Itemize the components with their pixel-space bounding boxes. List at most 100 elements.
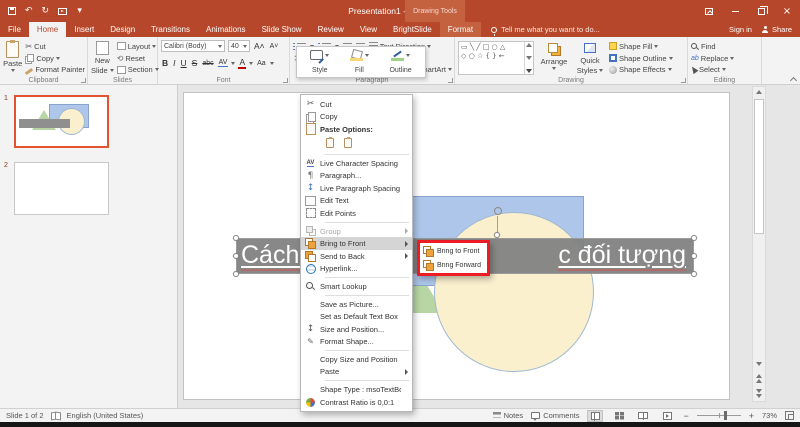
- ribbon-tab[interactable]: View: [352, 22, 385, 37]
- sign-in-link[interactable]: Sign in: [729, 25, 752, 34]
- collapse-ribbon-icon[interactable]: [790, 76, 796, 82]
- context-menu-item[interactable]: Shape Type : msoTextBox: [301, 383, 412, 396]
- context-menu-item[interactable]: Paste Options:: [301, 123, 412, 136]
- slide-sorter-button[interactable]: [611, 410, 627, 422]
- context-menu-item[interactable]: Send to Back: [301, 250, 412, 263]
- zoom-slider[interactable]: [697, 415, 741, 416]
- shape-glyphs-row2[interactable]: ◇ ○ ☆ { } ←: [461, 52, 505, 60]
- reset-button[interactable]: ⟲Reset: [117, 53, 159, 64]
- character-spacing-button[interactable]: AV: [218, 59, 229, 67]
- ribbon-tab[interactable]: Transitions: [143, 22, 198, 37]
- underline-button[interactable]: U: [180, 58, 188, 68]
- resize-handle-top-right[interactable]: [691, 235, 697, 241]
- previous-slide-icon[interactable]: [753, 373, 765, 383]
- decrease-font-size-button[interactable]: A˅: [269, 43, 280, 50]
- gallery-scroll-up-icon[interactable]: [526, 43, 532, 47]
- context-menu-item[interactable]: Smart Lookup: [301, 280, 412, 293]
- drawing-dialog-launcher[interactable]: [681, 78, 686, 83]
- context-menu-item[interactable]: Contrast Ratio is 0,0:1: [301, 396, 412, 409]
- submenu-item[interactable]: Bring to Front: [420, 244, 487, 258]
- copy-button[interactable]: Copy: [25, 53, 85, 64]
- slide-thumbnail[interactable]: 2: [14, 162, 177, 215]
- fit-slide-to-window-icon[interactable]: [785, 411, 794, 420]
- shapes-gallery[interactable]: ▭ ╲ ╱ □ ○ △ ◇ ○ ☆ { } ←: [458, 41, 534, 75]
- resize-handle-middle-right[interactable]: [691, 253, 697, 259]
- strikethrough-button[interactable]: S: [191, 58, 199, 68]
- find-button[interactable]: Find: [691, 41, 734, 52]
- context-menu-item[interactable]: Size and Position...: [301, 323, 412, 336]
- scroll-down-icon[interactable]: [753, 359, 765, 369]
- close-icon[interactable]: ×: [774, 0, 800, 22]
- context-menu-item[interactable]: Live Character Spacing: [301, 157, 412, 170]
- context-menu-item[interactable]: Paragraph...: [301, 169, 412, 182]
- context-menu-item[interactable]: Format Shape...: [301, 336, 412, 349]
- arrange-button[interactable]: Arrange: [537, 39, 571, 75]
- notes-button[interactable]: Notes: [493, 411, 524, 420]
- ribbon-tab[interactable]: Animations: [198, 22, 254, 37]
- style-button[interactable]: Style: [308, 49, 331, 75]
- resize-handle-top-left[interactable]: [233, 235, 239, 241]
- comments-button[interactable]: Comments: [531, 411, 579, 420]
- context-menu-item[interactable]: Set as Default Text Box: [301, 310, 412, 323]
- replace-button[interactable]: abReplace: [691, 53, 734, 64]
- customize-qat-icon[interactable]: ▾: [76, 6, 83, 16]
- section-button[interactable]: Section: [117, 64, 159, 75]
- bold-button[interactable]: B: [161, 58, 169, 68]
- ribbon-tab[interactable]: Format: [440, 22, 481, 37]
- resize-handle-middle-left[interactable]: [233, 253, 239, 259]
- redo-icon[interactable]: ↻: [42, 6, 50, 16]
- share-button[interactable]: Share: [762, 25, 792, 34]
- context-menu-item[interactable]: Paste: [301, 366, 412, 379]
- context-menu-item[interactable]: Copy Size and Position: [301, 353, 412, 366]
- gallery-scroll-down-icon[interactable]: [526, 56, 532, 60]
- slide-show-button[interactable]: [659, 410, 675, 422]
- ribbon-display-options-icon[interactable]: [696, 0, 722, 22]
- paragraph-dialog-launcher[interactable]: [448, 78, 453, 83]
- paste-picture-icon[interactable]: [341, 137, 355, 150]
- cut-button[interactable]: ✂Cut: [25, 41, 85, 52]
- font-family-combo[interactable]: Calibri (Body): [161, 40, 225, 52]
- next-slide-icon[interactable]: [753, 388, 765, 398]
- shape-fill-button[interactable]: Shape Fill: [609, 41, 673, 52]
- reading-view-button[interactable]: [635, 410, 651, 422]
- context-menu-item[interactable]: Edit Text: [301, 195, 412, 208]
- layout-button[interactable]: Layout: [117, 41, 159, 52]
- paste-keep-source-formatting-icon[interactable]: [323, 137, 337, 150]
- spell-check-icon[interactable]: [51, 412, 60, 419]
- language-indicator[interactable]: English (United States): [67, 411, 144, 420]
- clear-formatting-button[interactable]: abc: [201, 60, 214, 67]
- font-color-button[interactable]: A: [238, 57, 246, 69]
- scrollbar-thumb[interactable]: [754, 99, 764, 234]
- ribbon-tab[interactable]: BrightSlide: [385, 22, 440, 37]
- italic-button[interactable]: I: [172, 58, 176, 68]
- shape-outline-button[interactable]: Shape Outline: [609, 53, 673, 64]
- save-icon[interactable]: [8, 7, 16, 15]
- paste-dropdown-icon[interactable]: [11, 69, 15, 72]
- resize-handle-bottom-left[interactable]: [233, 271, 239, 277]
- context-menu-item[interactable]: Group: [301, 225, 412, 238]
- ribbon-tab[interactable]: Slide Show: [254, 22, 310, 37]
- context-menu-item[interactable]: Cut: [301, 98, 412, 111]
- zoom-level[interactable]: 73%: [762, 411, 777, 420]
- tell-me-box[interactable]: Tell me what you want to do...: [481, 22, 600, 37]
- gallery-more-icon[interactable]: [526, 69, 532, 73]
- increase-font-size-button[interactable]: A˄: [253, 41, 266, 51]
- zoom-slider-thumb[interactable]: [724, 411, 727, 420]
- shape-effects-button[interactable]: Shape Effects: [609, 64, 673, 75]
- slide-thumbnail[interactable]: 1: [14, 95, 177, 148]
- context-menu-item[interactable]: Live Paragraph Spacing: [301, 182, 412, 195]
- ribbon-tab[interactable]: File: [0, 22, 29, 37]
- format-painter-button[interactable]: Format Painter: [25, 64, 85, 75]
- submenu-item[interactable]: Bring Forward: [420, 258, 487, 272]
- resize-handle-bottom-right[interactable]: [691, 271, 697, 277]
- start-slideshow-icon[interactable]: [58, 8, 67, 15]
- ribbon-tab[interactable]: Insert: [66, 22, 102, 37]
- font-dialog-launcher[interactable]: [283, 78, 288, 83]
- select-button[interactable]: Select: [691, 64, 734, 75]
- fill-button[interactable]: Fill: [348, 49, 371, 75]
- shape-glyphs-row1[interactable]: ▭ ╲ ╱ □ ○ △: [461, 43, 505, 51]
- vertical-scrollbar[interactable]: [752, 86, 766, 402]
- context-menu-item[interactable]: Edit Points: [301, 207, 412, 220]
- minimize-icon[interactable]: [722, 0, 748, 22]
- context-menu-item[interactable]: Copy: [301, 111, 412, 124]
